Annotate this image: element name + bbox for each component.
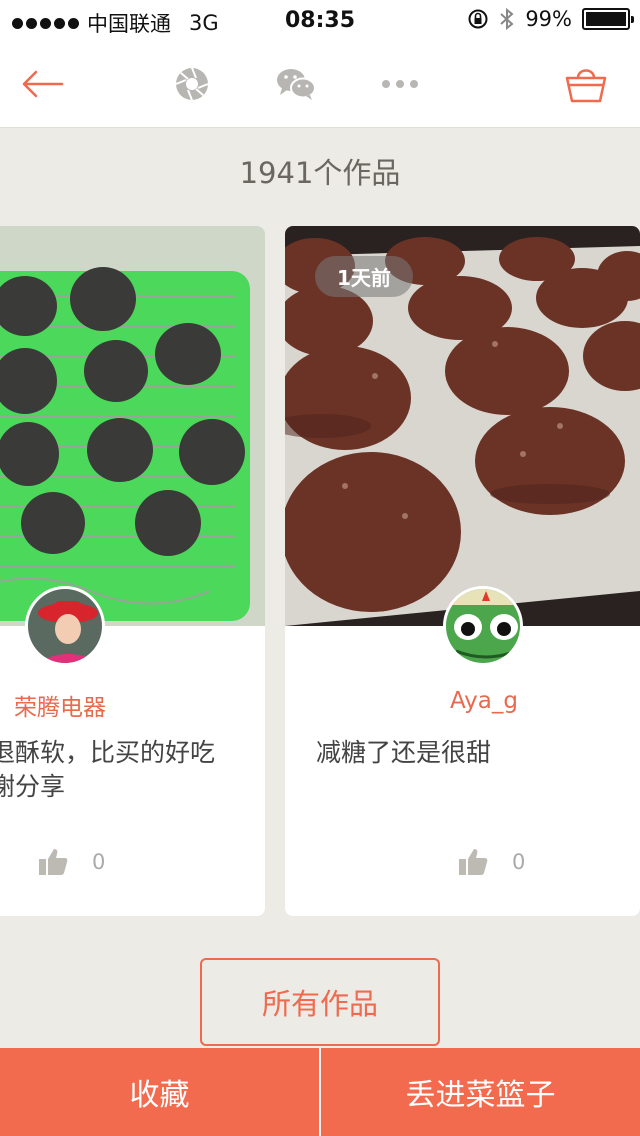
thumbs-up-icon <box>39 849 68 875</box>
screen: 中国联通 3G 08:35 99% 1941个作品 荣腾电器 退酥软，比买的好吃… <box>0 0 640 1136</box>
nav-bar <box>0 40 640 128</box>
bottom-action-bar: 收藏 丢进菜篮子 <box>0 1048 640 1136</box>
user-avatar-image <box>28 589 102 663</box>
avatar[interactable] <box>443 586 523 666</box>
wechat-share-button[interactable] <box>272 62 320 106</box>
add-to-basket-button[interactable]: 丢进菜篮子 <box>321 1048 640 1136</box>
work-description-line: 减糖了还是很甜 <box>316 738 492 767</box>
frog-avatar-image <box>446 589 520 663</box>
more-dots-icon <box>382 80 418 88</box>
work-description: 减糖了还是很甜 <box>316 736 491 770</box>
like-control[interactable]: 0 <box>38 848 105 876</box>
back-button[interactable] <box>18 62 66 106</box>
work-description: 退酥软，比买的好吃 谢分享 <box>0 736 215 804</box>
camera-button[interactable] <box>168 62 216 106</box>
status-right: 99% <box>467 7 634 31</box>
work-photo[interactable]: 1天前 <box>285 226 640 626</box>
like-count: 0 <box>92 850 106 874</box>
battery-percent: 99% <box>525 7 572 31</box>
like-count: 0 <box>512 850 526 874</box>
username-label[interactable]: 荣腾电器 <box>14 688 106 722</box>
cookies-on-rack-image <box>0 226 265 626</box>
status-bar: 中国联通 3G 08:35 99% <box>0 0 640 40</box>
avatar[interactable] <box>25 586 105 666</box>
username-label[interactable]: Aya_g <box>450 688 518 714</box>
basket-button[interactable] <box>562 62 610 106</box>
work-card[interactable]: 1天前 <box>285 226 640 916</box>
works-count-title: 1941个作品 <box>239 156 401 190</box>
wechat-icon <box>277 69 316 100</box>
work-card[interactable] <box>0 226 265 916</box>
bluetooth-icon <box>500 7 514 31</box>
all-works-button[interactable]: 所有作品 <box>200 958 440 1046</box>
work-description-line: 谢分享 <box>0 772 66 801</box>
divider <box>319 1048 321 1136</box>
rotation-lock-icon <box>468 9 488 29</box>
work-description-line: 退酥软，比买的好吃 <box>0 738 216 767</box>
back-arrow-icon <box>22 70 64 98</box>
favorite-button[interactable]: 收藏 <box>0 1048 319 1136</box>
time-badge: 1天前 <box>315 256 413 297</box>
battery-icon <box>582 8 634 30</box>
camera-shutter-icon <box>175 67 209 101</box>
work-photo[interactable] <box>0 226 265 626</box>
more-button[interactable] <box>376 62 424 106</box>
basket-icon <box>565 69 607 103</box>
thumbs-up-icon <box>459 849 488 875</box>
like-control[interactable]: 0 <box>458 848 525 876</box>
